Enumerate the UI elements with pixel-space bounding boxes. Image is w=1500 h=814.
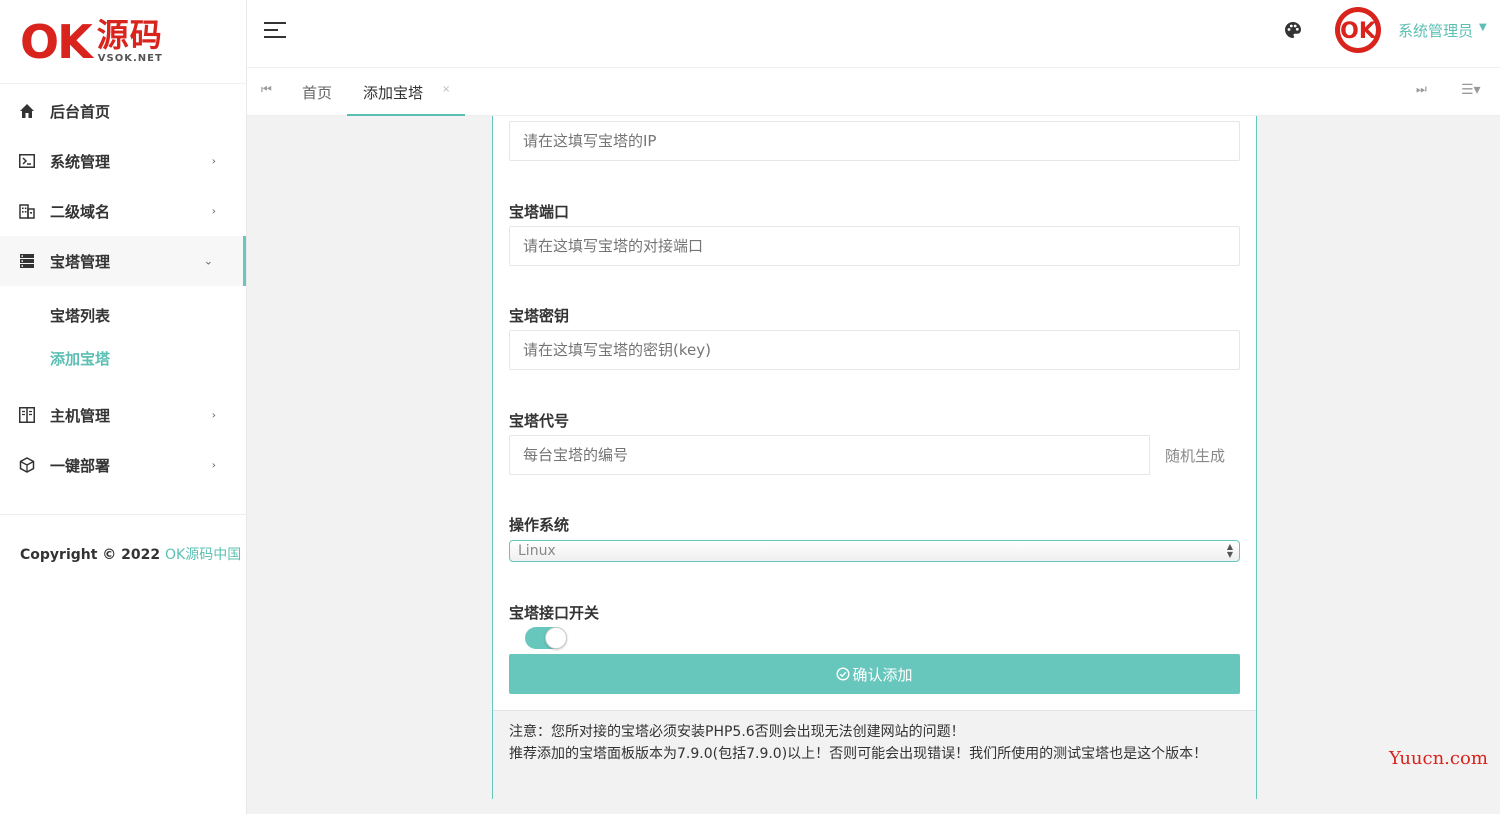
- notice-line-2: 推荐添加的宝塔面板版本为7.9.0(包括7.9.0)以上！否则可能会出现错误！我…: [509, 746, 1208, 762]
- skip-forward-icon[interactable]: ⏭: [1416, 82, 1427, 97]
- sidebar-item-dashboard[interactable]: 后台首页: [0, 86, 246, 136]
- palette-icon[interactable]: [1284, 21, 1302, 43]
- close-icon[interactable]: ×: [442, 84, 450, 95]
- sidebar-divider: [0, 514, 246, 515]
- add-baota-form: 宝塔端口 宝塔密钥 宝塔代号 随机生成 操作系统 Linux ▲▼ 宝塔接口开关…: [492, 116, 1257, 799]
- tab-home[interactable]: 首页: [302, 82, 332, 103]
- building-icon: [18, 202, 36, 220]
- select-arrows-icon: ▲ ▼: [1226, 542, 1233, 559]
- user-name[interactable]: 系统管理员: [1398, 20, 1473, 41]
- cube-icon: [18, 456, 36, 474]
- chevron-right-icon: ›: [211, 458, 216, 472]
- confirm-add-button[interactable]: 确认添加: [509, 654, 1240, 694]
- sidebar-item-system[interactable]: 系统管理 ›: [0, 136, 246, 186]
- logo[interactable]: OK 源码 VSOK.NET: [0, 0, 246, 84]
- terminal-icon: [18, 152, 36, 170]
- sidebar-item-subdomain[interactable]: 二级域名 ›: [0, 186, 246, 236]
- code-label: 宝塔代号: [509, 412, 570, 430]
- api-switch-toggle[interactable]: [525, 627, 567, 649]
- columns-icon: [18, 406, 36, 424]
- avatar[interactable]: OK: [1334, 6, 1382, 54]
- notice-box: 注意：您所对接的宝塔必须安装PHP5.6否则会出现无法创建网站的问题！ 推荐添加…: [493, 710, 1256, 799]
- os-select[interactable]: Linux ▲ ▼: [509, 540, 1240, 562]
- sidebar-subitem-add-baota[interactable]: 添加宝塔: [0, 337, 246, 380]
- os-label: 操作系统: [509, 516, 570, 534]
- port-label: 宝塔端口: [509, 203, 570, 221]
- watermark: Yuucn.com: [1389, 748, 1488, 769]
- sidebar-item-host[interactable]: 主机管理 ›: [0, 390, 246, 440]
- random-generate-button[interactable]: 随机生成: [1149, 435, 1240, 475]
- sidebar-item-deploy[interactable]: 一键部署 ›: [0, 440, 246, 490]
- chevron-right-icon: ›: [211, 154, 216, 168]
- tab-bar: ⏮ 首页 添加宝塔 × ⏭ ☰▾: [247, 68, 1500, 116]
- copyright: Copyright © 2022 OK源码中国: [20, 547, 242, 563]
- tab-add-baota[interactable]: 添加宝塔 ×: [347, 68, 465, 116]
- key-label: 宝塔密钥: [509, 307, 570, 325]
- chevron-right-icon: ›: [211, 204, 216, 218]
- logo-cn: 源码: [96, 16, 163, 54]
- logo-en: VSOK.NET: [97, 53, 163, 64]
- switch-label: 宝塔接口开关: [509, 604, 600, 622]
- sidebar: OK 源码 VSOK.NET 后台首页 系统管理 › 二级域名 › 宝塔管理 ⌄…: [0, 0, 247, 814]
- baota-submenu: 宝塔列表 添加宝塔: [0, 286, 246, 390]
- sidebar-menu: 后台首页 系统管理 › 二级域名 › 宝塔管理 ⌄ 宝塔列表 添加宝塔 主机管理…: [0, 84, 246, 490]
- chevron-right-icon: ›: [211, 408, 216, 422]
- menu-toggle-icon[interactable]: [264, 22, 286, 43]
- chevron-down-icon: ⌄: [203, 254, 213, 268]
- skip-back-icon[interactable]: ⏮: [261, 82, 272, 97]
- home-icon: [18, 102, 36, 120]
- avatar-text: OK: [1340, 19, 1377, 44]
- copyright-brand-link[interactable]: OK源码中国: [165, 547, 241, 563]
- baota-code-input[interactable]: [509, 435, 1240, 475]
- baota-ip-input[interactable]: [509, 121, 1240, 161]
- server-icon: [18, 252, 36, 270]
- tab-menu-icon[interactable]: ☰▾: [1461, 82, 1481, 98]
- sidebar-item-baota[interactable]: 宝塔管理 ⌄: [0, 236, 246, 286]
- sidebar-subitem-baota-list[interactable]: 宝塔列表: [0, 294, 246, 337]
- logo-mark: OK: [20, 14, 93, 69]
- baota-key-input[interactable]: [509, 330, 1240, 370]
- baota-port-input[interactable]: [509, 226, 1240, 266]
- top-header: OK 系统管理员 ▼: [247, 0, 1500, 68]
- notice-line-1: 注意：您所对接的宝塔必须安装PHP5.6否则会出现无法创建网站的问题！: [509, 724, 965, 740]
- check-circle-icon: [836, 667, 850, 681]
- caret-down-icon[interactable]: ▼: [1479, 22, 1487, 33]
